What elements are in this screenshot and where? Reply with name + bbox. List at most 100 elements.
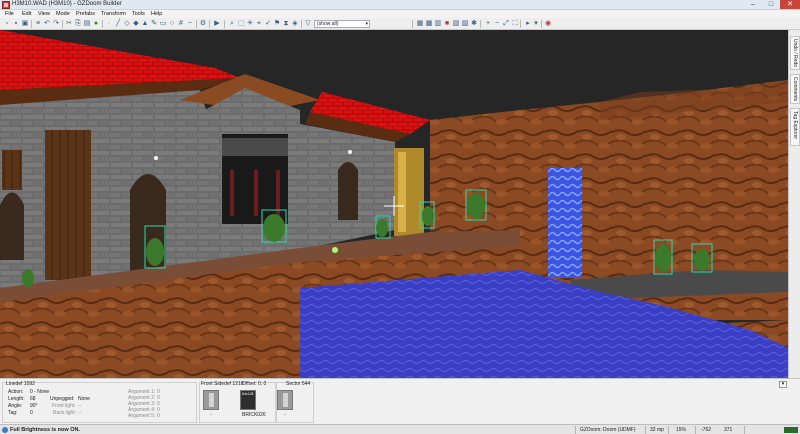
redo-icon[interactable]: ↷: [52, 20, 60, 28]
grid-size[interactable]: 32 mp: [650, 427, 664, 433]
things-mode-icon[interactable]: ◆: [132, 20, 140, 28]
menu-transform[interactable]: Transform: [101, 11, 126, 17]
minimize-button[interactable]: –: [744, 0, 762, 9]
zoom-level[interactable]: 15%: [676, 427, 686, 433]
menu-help[interactable]: Help: [151, 11, 162, 17]
waterfall[interactable]: [548, 168, 582, 278]
toolbar-separator: [541, 20, 542, 28]
script-editor-icon[interactable]: ≡: [34, 20, 42, 28]
sectors-mode-icon[interactable]: ◇: [123, 20, 131, 28]
model-icon[interactable]: ◈: [291, 20, 299, 28]
offset-value: 0, 0: [258, 381, 267, 387]
menu-file[interactable]: File: [5, 11, 14, 17]
tab-undo-redo[interactable]: Undo / Redo: [790, 36, 800, 70]
cursor-y: 371: [724, 427, 733, 433]
toolbar-separator: [412, 20, 413, 28]
test-map-icon[interactable]: ▶: [213, 20, 221, 28]
view-normal-icon[interactable]: ▦: [416, 20, 424, 28]
arched-window[interactable]: [0, 192, 24, 261]
find-icon[interactable]: ⌕: [228, 20, 236, 28]
ellipse-mode-icon[interactable]: ○: [168, 20, 176, 28]
collapse-info-panel-button[interactable]: ▾: [779, 381, 787, 388]
select-icon[interactable]: ⬚: [237, 20, 245, 28]
zoom-in-icon[interactable]: +: [484, 20, 492, 28]
tab-comments[interactable]: Comments: [790, 74, 800, 104]
draw-mode-icon[interactable]: ✎: [150, 20, 158, 28]
cursor-x: -762: [701, 427, 712, 433]
linedef-tag-value: 0: [30, 410, 33, 416]
copy-icon[interactable]: ⎘: [74, 20, 82, 28]
arched-window[interactable]: [338, 162, 358, 220]
cut-icon[interactable]: ✂: [65, 20, 73, 28]
engine-config[interactable]: GZDoom: Doom (UDMF): [580, 427, 636, 433]
zoom-icon[interactable]: ⌖: [255, 20, 263, 28]
menu-edit[interactable]: Edit: [22, 11, 31, 17]
paste-icon[interactable]: ▤: [83, 20, 91, 28]
wooden-door[interactable]: [45, 130, 91, 280]
save-map-icon[interactable]: ▣: [21, 20, 29, 28]
status-separator: [695, 426, 696, 434]
close-button[interactable]: ✕: [780, 0, 800, 9]
tab-tag-explorer-label: Tag Explorer: [792, 111, 798, 140]
visual-mode-icon[interactable]: ▲: [141, 20, 149, 28]
view-grid-icon[interactable]: ▨: [461, 20, 469, 28]
linedef-heading: Linedef 1092: [6, 381, 35, 387]
undo-icon[interactable]: ↶: [43, 20, 51, 28]
curve-mode-icon[interactable]: ~: [186, 20, 194, 28]
status-bar: Full Brightness is now ON. GZDoom: Doom …: [0, 424, 800, 434]
linedefs-mode-icon[interactable]: ╱: [114, 20, 122, 28]
brightness-icon[interactable]: ☀: [246, 20, 254, 28]
map-options-icon[interactable]: ⚙: [199, 20, 207, 28]
unpegged-value: None: [78, 396, 90, 402]
stone-wall-left[interactable]: [0, 90, 215, 288]
visual-mode-viewport[interactable]: [0, 30, 788, 378]
docker-panel: Undo / Redo Comments Tag Explorer: [788, 30, 800, 378]
view-lights-icon[interactable]: ✱: [470, 20, 478, 28]
front-light-label: Front light:: [52, 403, 76, 409]
play-dropdown-icon[interactable]: ▸: [524, 20, 532, 28]
front-light-value: --: [78, 403, 82, 409]
chevron-down-icon: ▾: [365, 21, 368, 27]
arched-window[interactable]: [130, 174, 166, 280]
rect-mode-icon[interactable]: ▭: [159, 20, 167, 28]
status-separator: [744, 426, 745, 434]
view-red-icon[interactable]: ■: [443, 20, 451, 28]
tag-icon[interactable]: ⚑: [273, 20, 281, 28]
menu-prefabs[interactable]: Prefabs: [76, 11, 95, 17]
view-floors-icon[interactable]: ▥: [434, 20, 442, 28]
chevron-down-icon[interactable]: ▾: [532, 20, 540, 28]
hourglass-icon[interactable]: ⧗: [282, 20, 290, 28]
3d-scene[interactable]: [0, 30, 788, 378]
thing-icon[interactable]: ●: [92, 20, 100, 28]
status-separator: [645, 426, 646, 434]
vertices-mode-icon[interactable]: ·: [105, 20, 113, 28]
menu-mode[interactable]: Mode: [56, 11, 70, 17]
new-map-icon[interactable]: ▫: [3, 20, 11, 28]
toolbar-separator: [480, 20, 481, 28]
things-filter-value: (show all): [317, 21, 339, 27]
memory-indicator: [784, 427, 798, 433]
argument-5-label: Argument 5:: [128, 413, 156, 419]
status-separator: [575, 426, 576, 434]
color-wheel-icon[interactable]: ◉: [544, 20, 552, 28]
middle-texture-preview[interactable]: 64x128: [240, 390, 256, 410]
fullscreen-icon[interactable]: ⛶: [511, 20, 519, 28]
view-brightness-icon[interactable]: ▩: [425, 20, 433, 28]
zoom-out-icon[interactable]: −: [493, 20, 501, 28]
fit-icon[interactable]: ⤢: [502, 20, 510, 28]
grid-mode-icon[interactable]: #: [177, 20, 185, 28]
menu-view[interactable]: View: [38, 11, 50, 17]
view-ceilings-icon[interactable]: ▧: [452, 20, 460, 28]
sector-group: [276, 382, 314, 423]
maximize-button[interactable]: □: [762, 0, 780, 9]
status-message: Full Brightness is now ON.: [10, 427, 80, 433]
middle-texture-name: BRICK026: [242, 412, 266, 418]
menu-tools[interactable]: Tools: [132, 11, 145, 17]
things-filter-dropdown[interactable]: (show all) ▾: [314, 20, 370, 28]
tab-tag-explorer[interactable]: Tag Explorer: [790, 108, 800, 146]
linedef-tag-label: Tag:: [8, 410, 18, 416]
check-icon[interactable]: ✓: [264, 20, 272, 28]
open-map-icon[interactable]: ▪: [12, 20, 20, 28]
filter-icon[interactable]: ▽: [304, 20, 312, 28]
upper-texture-preview[interactable]: [203, 390, 219, 410]
